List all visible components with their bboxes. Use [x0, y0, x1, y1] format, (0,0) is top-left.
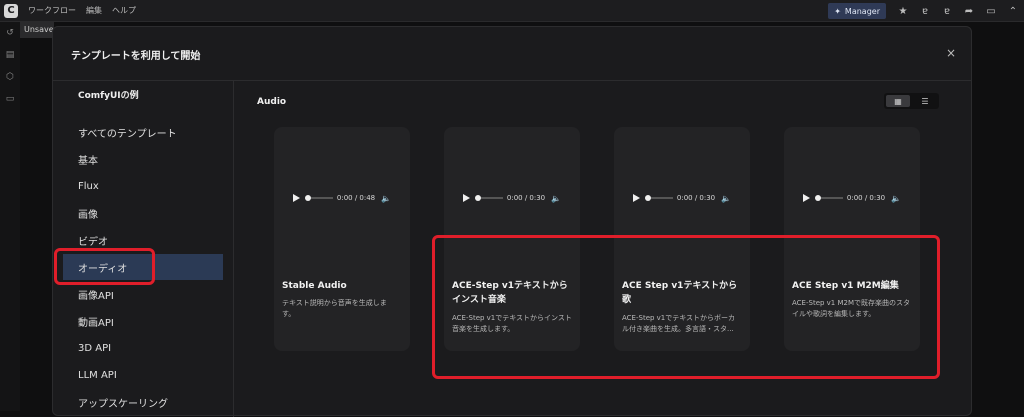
category-sidebar: ComfyUIの例 すべてのテンプレート 基本 Flux 画像 ビデオ オーディ… [53, 81, 233, 417]
play-icon[interactable] [632, 194, 640, 202]
sidebar-title: ComfyUIの例 [78, 91, 139, 101]
grid-icon[interactable]: ▦ [886, 95, 910, 107]
section-title: Audio [257, 97, 287, 107]
left-rail: ↺ ▤ ⬡ ▭ [0, 22, 20, 411]
card-description: ACE-Step v1 M2Mで既存楽曲のスタイルや歌詞を編集します。 [792, 299, 911, 318]
view-toggle: ▦ ☰ [884, 93, 939, 109]
progress-knob[interactable] [474, 195, 481, 201]
audio-player: 0:00 / 0:30 🔈 [444, 191, 580, 205]
template-card-ace-step-m2m[interactable]: 0:00 / 0:30 🔈 ACE Step v1 M2M編集 ACE-Step… [784, 127, 920, 351]
audio-time: 0:00 / 0:30 [506, 194, 546, 202]
sidebar-item-llm-api[interactable]: LLM API [63, 362, 223, 388]
progress-track[interactable] [814, 195, 843, 201]
sidebar-item-flux[interactable]: Flux [63, 173, 223, 199]
volume-icon[interactable]: 🔈 [891, 194, 901, 203]
progress-knob[interactable] [814, 195, 821, 201]
play-icon[interactable] [292, 194, 300, 202]
star-icon[interactable]: ★ [892, 0, 914, 22]
play-icon[interactable] [802, 194, 810, 202]
sidebar-item-image-api[interactable]: 画像API [63, 281, 223, 307]
manager-button[interactable]: ✦ Manager [828, 3, 886, 19]
panel-icon[interactable]: ▭ [980, 0, 1002, 22]
volume-icon[interactable]: 🔈 [381, 194, 391, 203]
workflow-tab[interactable]: Unsaved [20, 22, 54, 38]
progress-knob[interactable] [644, 195, 651, 201]
translate-alt-icon[interactable]: ɐ [936, 0, 958, 22]
sidebar-item-basic[interactable]: 基本 [63, 146, 223, 172]
template-card-stable-audio[interactable]: 0:00 / 0:48 🔈 Stable Audio テキスト説明から音声を生成… [274, 127, 410, 351]
card-title: ACE-Step v1テキストから インスト音楽 [452, 281, 568, 305]
audio-time: 0:00 / 0:30 [676, 194, 716, 202]
sidebar-item-audio[interactable]: オーディオ [63, 254, 223, 280]
sidebar-item-all[interactable]: すべてのテンプレート [63, 119, 223, 145]
sidebar-item-video-api[interactable]: 動画API [63, 308, 223, 334]
dialog-title: テンプレートを利用して開始 [71, 51, 201, 62]
manager-button-label: Manager [844, 6, 880, 16]
progress-track[interactable] [644, 195, 673, 201]
top-menu-bar: C ワークフロー 編集 ヘルプ ✦ Manager ★ ɐ ɐ ➦ ▭ ⌃ [0, 0, 1024, 22]
card-title: ACE Step v1テキストから 歌 [622, 281, 738, 305]
card-description: ACE-Step v1でテキストからインスト音楽を生成します。 [452, 314, 572, 333]
puzzle-icon: ✦ [834, 6, 841, 16]
audio-player: 0:00 / 0:48 🔈 [274, 191, 410, 205]
menu-workflow[interactable]: ワークフロー [28, 5, 76, 16]
audio-player: 0:00 / 0:30 🔈 [784, 191, 920, 205]
template-grid: Audio ▦ ☰ 0:00 / 0:48 🔈 Stable Audio テキス… [233, 81, 973, 417]
dialog-header: テンプレートを利用して開始 × [53, 27, 971, 81]
comfyui-logo-icon[interactable]: C [4, 3, 18, 18]
menu-edit[interactable]: 編集 [86, 5, 102, 16]
progress-track[interactable] [474, 195, 503, 201]
sidebar-item-video[interactable]: ビデオ [63, 227, 223, 253]
progress-knob[interactable] [304, 195, 311, 201]
card-title: ACE Step v1 M2M編集 [792, 281, 899, 291]
history-icon[interactable]: ↺ [0, 22, 20, 44]
queue-icon[interactable]: ▤ [0, 44, 20, 66]
template-dialog: テンプレートを利用して開始 × ComfyUIの例 すべてのテンプレート 基本 … [52, 26, 973, 417]
template-card-ace-step-instrumental[interactable]: 0:00 / 0:30 🔈 ACE-Step v1テキストから インスト音楽 A… [444, 127, 580, 351]
card-description: ACE-Step v1でテキストからボーカル付き楽曲を生成。多言語・スタ... [622, 314, 736, 333]
volume-icon[interactable]: 🔈 [721, 194, 731, 203]
share-icon[interactable]: ➦ [958, 0, 980, 22]
audio-time: 0:00 / 0:30 [846, 194, 886, 202]
audio-time: 0:00 / 0:48 [336, 194, 376, 202]
play-icon[interactable] [462, 194, 470, 202]
template-card-ace-step-song[interactable]: 0:00 / 0:30 🔈 ACE Step v1テキストから 歌 ACE-St… [614, 127, 750, 351]
folder-icon[interactable]: ▭ [0, 88, 20, 110]
volume-icon[interactable]: 🔈 [551, 194, 561, 203]
node-library-icon[interactable]: ⬡ [0, 66, 20, 88]
collapse-icon[interactable]: ⌃ [1002, 0, 1024, 22]
audio-player: 0:00 / 0:30 🔈 [614, 191, 750, 205]
card-description: テキスト説明から音声を生成しま す。 [282, 299, 387, 318]
close-icon[interactable]: × [945, 47, 957, 59]
translate-icon[interactable]: ɐ [914, 0, 936, 22]
list-icon[interactable]: ☰ [913, 95, 937, 107]
sidebar-item-3d-api[interactable]: 3D API [63, 335, 223, 361]
sidebar-item-upscaling[interactable]: アップスケーリング [63, 389, 223, 415]
progress-track[interactable] [304, 195, 333, 201]
card-title: Stable Audio [282, 281, 347, 291]
sidebar-item-image[interactable]: 画像 [63, 200, 223, 226]
menu-help[interactable]: ヘルプ [112, 5, 136, 16]
